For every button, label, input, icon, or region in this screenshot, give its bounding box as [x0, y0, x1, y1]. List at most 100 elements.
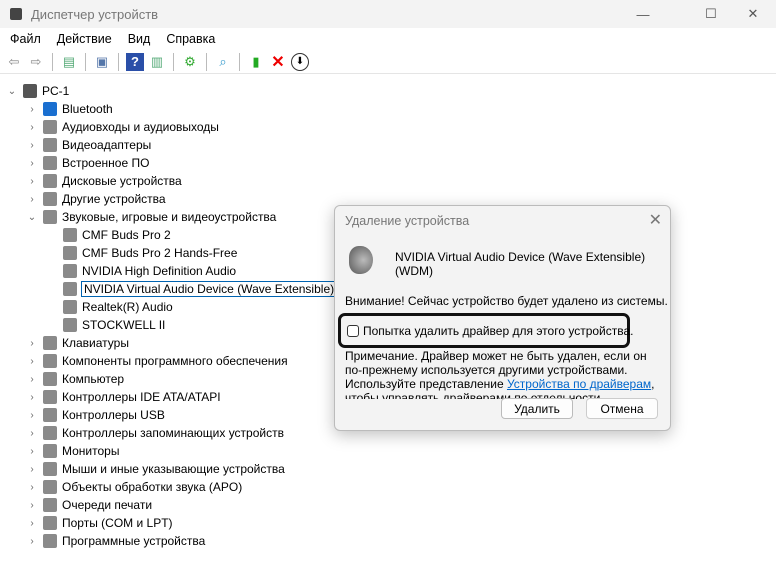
device-category-icon: [43, 156, 57, 170]
chevron-right-icon[interactable]: ›: [26, 410, 38, 421]
tree-item[interactable]: › Мыши и иные указывающие устройства: [26, 460, 285, 478]
tree-item-label: Компоненты программного обеспечения: [62, 354, 288, 368]
tree-item[interactable]: ⌄ Звуковые, игровые и видеоустройства: [26, 208, 276, 226]
chevron-right-icon[interactable]: ›: [26, 482, 38, 493]
tree-item[interactable]: › Очереди печати: [26, 496, 152, 514]
chevron-down-icon[interactable]: ⌄: [26, 212, 38, 223]
chevron-right-icon[interactable]: ›: [26, 104, 38, 115]
chevron-right-icon[interactable]: ›: [26, 464, 38, 475]
back-icon[interactable]: ⇦: [5, 53, 23, 71]
tree-item[interactable]: CMF Buds Pro 2 Hands-Free: [46, 244, 237, 262]
tree-item-label: CMF Buds Pro 2: [82, 228, 171, 242]
tree-item[interactable]: NVIDIA Virtual Audio Device (Wave Extens…: [46, 280, 379, 298]
tree-item[interactable]: › Встроенное ПО: [26, 154, 149, 172]
device-name: NVIDIA Virtual Audio Device (Wave Extens…: [395, 250, 646, 278]
show-hide-tree-icon[interactable]: ▤: [60, 53, 78, 71]
device-category-icon: [43, 210, 57, 224]
chevron-right-icon[interactable]: ›: [26, 392, 38, 403]
tree-item[interactable]: › Контроллеры запоминающих устройств: [26, 424, 284, 442]
tree-item[interactable]: › Компьютер: [26, 370, 124, 388]
tree-item[interactable]: › Другие устройства: [26, 190, 166, 208]
separator: [206, 52, 207, 71]
computer-icon: [23, 84, 37, 98]
device-category-icon: [43, 174, 57, 188]
tree-item[interactable]: › Клавиатуры: [26, 334, 129, 352]
tree-item-label: Объекты обработки звука (APO): [62, 480, 243, 494]
tree-item[interactable]: › Порты (COM и LPT): [26, 514, 173, 532]
uninstall-button[interactable]: Удалить: [501, 398, 573, 419]
chevron-right-icon[interactable]: ›: [26, 500, 38, 511]
devices-by-driver-link[interactable]: Устройства по драйверам: [507, 377, 651, 391]
separator: [85, 52, 86, 71]
disable-icon[interactable]: ⬇: [291, 52, 309, 71]
tree-item[interactable]: Realtek(R) Audio: [46, 298, 173, 316]
menu-file[interactable]: Файл: [10, 32, 41, 46]
chevron-down-icon[interactable]: ⌄: [6, 86, 18, 97]
tree-item[interactable]: › Контроллеры IDE ATA/ATAPI: [26, 388, 221, 406]
tree-item[interactable]: › Мониторы: [26, 442, 119, 460]
menu-help[interactable]: Справка: [166, 32, 215, 46]
title-bar: Диспетчер устройств — ☐ ✕: [0, 0, 776, 28]
tree-item-label: Аудиовходы и аудиовыходы: [62, 120, 219, 134]
tree-root[interactable]: ⌄ PC-1: [6, 82, 69, 100]
tree-item-label: Компьютер: [62, 372, 125, 386]
dialog-title: Удаление устройства: [345, 214, 470, 228]
checkbox-box[interactable]: [347, 325, 359, 337]
uninstall-icon[interactable]: ✕: [269, 53, 287, 71]
tree-item[interactable]: › Контроллеры USB: [26, 406, 165, 424]
speaker-icon: [63, 318, 77, 332]
chevron-right-icon[interactable]: ›: [26, 518, 38, 529]
chevron-right-icon[interactable]: ›: [26, 536, 38, 547]
menu-action[interactable]: Действие: [57, 32, 112, 46]
chevron-right-icon[interactable]: ›: [26, 176, 38, 187]
view-icon[interactable]: ▥: [148, 53, 166, 71]
chevron-right-icon[interactable]: ›: [26, 374, 38, 385]
update-driver-icon[interactable]: ⚙: [181, 53, 199, 71]
device-category-icon: [43, 102, 57, 116]
chevron-right-icon[interactable]: ›: [26, 194, 38, 205]
tree-item[interactable]: STOCKWELL II: [46, 316, 165, 334]
tree-item[interactable]: NVIDIA High Definition Audio: [46, 262, 236, 280]
tree-item[interactable]: › Bluetooth: [26, 100, 113, 118]
device-category-icon: [43, 480, 57, 494]
device-category-icon: [43, 372, 57, 386]
menu-view[interactable]: Вид: [128, 32, 151, 46]
delete-driver-checkbox[interactable]: Попытка удалить драйвер для этого устрой…: [347, 324, 634, 338]
forward-icon[interactable]: ⇨: [27, 53, 45, 71]
tree-root-label: PC-1: [42, 84, 70, 98]
speaker-icon: [63, 300, 77, 314]
device-category-icon: [43, 462, 57, 476]
tree-item[interactable]: › Программные устройства: [26, 532, 205, 550]
cancel-button[interactable]: Отмена: [586, 398, 658, 419]
chevron-right-icon[interactable]: ›: [26, 140, 38, 151]
close-button[interactable]: ✕: [730, 0, 776, 28]
properties-icon[interactable]: ▣: [93, 53, 111, 71]
device-category-icon: [43, 390, 57, 404]
checkbox-label[interactable]: Попытка удалить драйвер для этого устрой…: [363, 324, 634, 338]
tree-item[interactable]: › Видеоадаптеры: [26, 136, 151, 154]
tree-item[interactable]: CMF Buds Pro 2: [46, 226, 171, 244]
chevron-right-icon[interactable]: ›: [26, 158, 38, 169]
tree-item-label: Видеоадаптеры: [62, 138, 152, 152]
chevron-right-icon[interactable]: ›: [26, 428, 38, 439]
chevron-right-icon[interactable]: ›: [26, 122, 38, 133]
help-icon[interactable]: ?: [126, 52, 144, 71]
scan-hardware-icon[interactable]: ⌕: [214, 53, 232, 71]
device-category-icon: [43, 534, 57, 548]
minimize-button[interactable]: —: [620, 0, 666, 28]
tree-item-label: Другие устройства: [62, 192, 166, 206]
tree-item[interactable]: › Объекты обработки звука (APO): [26, 478, 242, 496]
device-manager-icon: [10, 8, 22, 20]
chevron-right-icon[interactable]: ›: [26, 356, 38, 367]
dialog-close-button[interactable]: ✕: [649, 210, 662, 230]
tree-item[interactable]: › Компоненты программного обеспечения: [26, 352, 288, 370]
device-category-icon: [43, 498, 57, 512]
enable-device-icon[interactable]: ▮: [247, 53, 265, 71]
device-category-icon: [43, 336, 57, 350]
chevron-right-icon[interactable]: ›: [26, 338, 38, 349]
tree-item-label: Дисковые устройства: [62, 174, 182, 188]
tree-item[interactable]: › Аудиовходы и аудиовыходы: [26, 118, 219, 136]
tree-item[interactable]: › Дисковые устройства: [26, 172, 182, 190]
maximize-button[interactable]: ☐: [688, 0, 734, 28]
chevron-right-icon[interactable]: ›: [26, 446, 38, 457]
